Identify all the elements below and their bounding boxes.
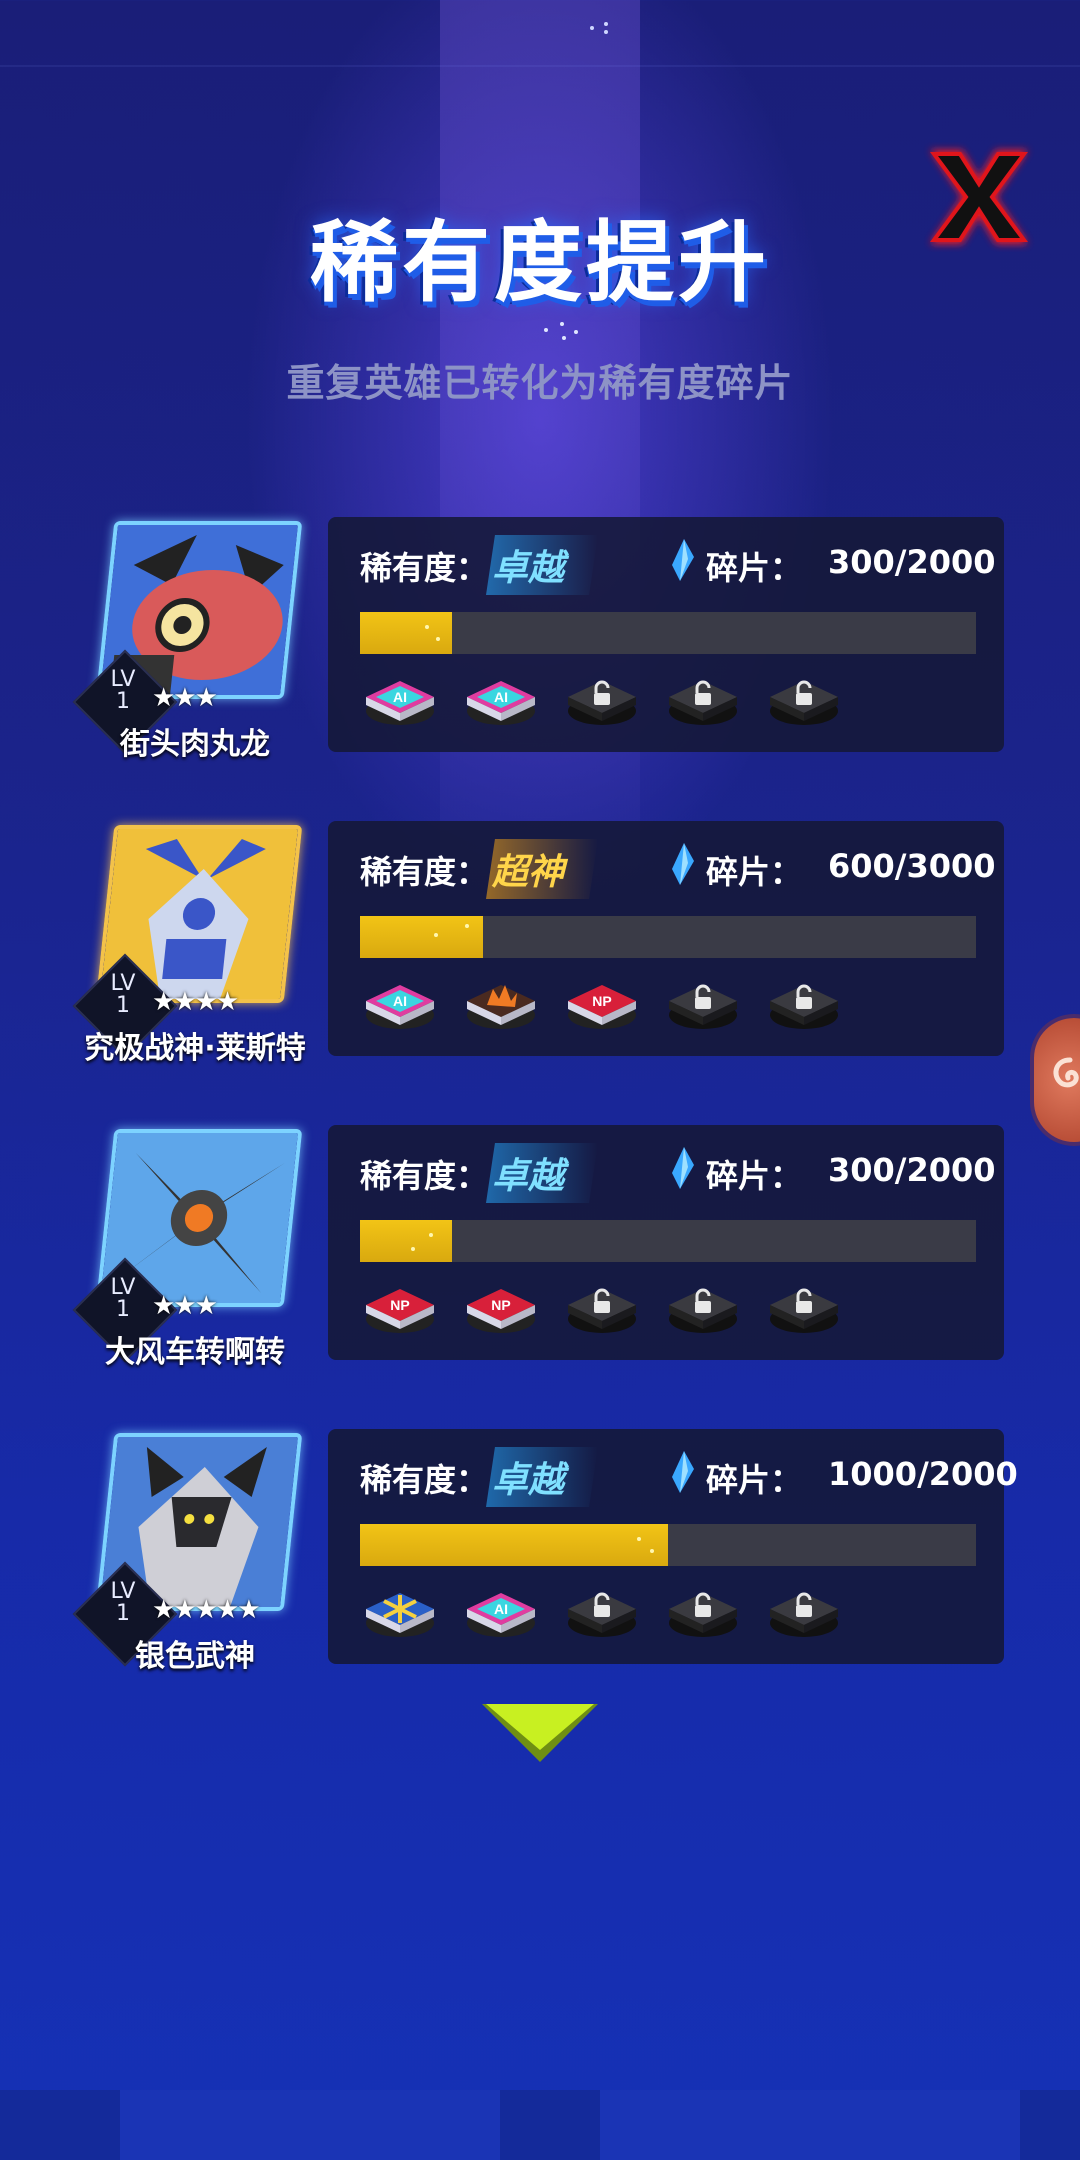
rarity-label: 稀有度：	[360, 1157, 489, 1195]
np-chip-icon[interactable]: NP	[362, 1275, 438, 1337]
shard-progress-bar	[360, 1524, 976, 1566]
skill-chip-list: AI AI	[362, 667, 862, 731]
level-text: LV 1	[110, 1275, 136, 1322]
dialog-title: 稀有度提升	[309, 211, 770, 314]
ai-chip-icon[interactable]: AI	[463, 1579, 539, 1641]
ai-chip-icon[interactable]: AI	[362, 667, 438, 729]
hero-row: LV 1 ★★★ 大风车转啊转 稀有度： 卓越 碎片： 300/2000 NP NP	[0, 1125, 1080, 1370]
level-text: LV 1	[110, 971, 136, 1018]
hero-name: 究极战神·莱斯特	[84, 1031, 306, 1066]
rarity-panel: 稀有度： 超神 碎片： 600/3000 AI NP	[328, 821, 1004, 1056]
np-chip-icon[interactable]: NP	[564, 971, 640, 1033]
star-rating: ★★★	[152, 683, 218, 713]
background-divider	[0, 65, 1080, 67]
fire-chip-icon[interactable]	[463, 971, 539, 1033]
rarity-panel: 稀有度： 卓越 碎片： 300/2000 NP NP	[328, 1125, 1004, 1360]
decorative-dots	[590, 22, 620, 34]
svg-text:AI: AI	[393, 993, 407, 1009]
shard-count: 600/3000	[828, 847, 996, 885]
rarity-label: 稀有度：	[360, 853, 489, 891]
svg-text:NP: NP	[592, 993, 611, 1009]
rarity-value: 卓越	[486, 1143, 599, 1203]
crystal-icon	[672, 1147, 694, 1189]
lock-icon[interactable]	[564, 667, 640, 729]
star-rating: ★★★★	[152, 987, 239, 1017]
lock-icon[interactable]	[665, 667, 741, 729]
bottom-strip	[0, 2090, 1080, 2160]
hero-row: LV 1 ★★★ 街头肉丸龙 稀有度： 卓越 碎片： 300/2000 AI AI	[0, 517, 1080, 762]
lock-icon[interactable]	[766, 971, 842, 1033]
svg-text:NP: NP	[491, 1297, 510, 1313]
progress-fill	[360, 1524, 668, 1566]
progress-fill	[360, 612, 453, 654]
skill-chip-list: NP NP	[362, 1275, 862, 1339]
hero-name: 大风车转啊转	[105, 1335, 285, 1370]
chevron-down-icon[interactable]	[480, 1702, 600, 1764]
ai-chip-icon[interactable]: AI	[362, 971, 438, 1033]
crystal-icon	[672, 1451, 694, 1493]
shard-count: 300/2000	[828, 543, 996, 581]
shard-count: 1000/2000	[828, 1455, 1018, 1493]
shard-count: 300/2000	[828, 1151, 996, 1189]
shard-label: 碎片：	[706, 853, 803, 891]
rarity-label: 稀有度：	[360, 1461, 489, 1499]
lock-icon[interactable]	[766, 1275, 842, 1337]
lock-icon[interactable]	[665, 1275, 741, 1337]
swirl-icon	[1053, 1057, 1079, 1088]
progress-fill	[360, 916, 484, 958]
shard-progress-bar	[360, 612, 976, 654]
crystal-icon	[672, 539, 694, 581]
lock-icon[interactable]	[564, 1275, 640, 1337]
lock-icon[interactable]	[665, 971, 741, 1033]
np-chip-icon[interactable]: NP	[463, 1275, 539, 1337]
lock-icon[interactable]	[665, 1579, 741, 1641]
hero-name: 银色武神	[135, 1639, 255, 1674]
crystal-icon	[672, 843, 694, 885]
shard-progress-bar	[360, 1220, 976, 1262]
hero-row: LV 1 ★★★★ 究极战神·莱斯特 稀有度： 超神 碎片： 600/3000 A…	[0, 821, 1080, 1066]
lock-icon[interactable]	[766, 667, 842, 729]
skill-chip-list: AI NP	[362, 971, 862, 1035]
skill-chip-list: AI	[362, 1579, 862, 1643]
shard-label: 碎片：	[706, 549, 803, 587]
side-floating-button[interactable]	[1034, 1018, 1080, 1142]
progress-fill	[360, 1220, 453, 1262]
level-text: LV 1	[110, 1579, 136, 1626]
shard-progress-bar	[360, 916, 976, 958]
shard-label: 碎片：	[706, 1461, 803, 1499]
ai-chip-icon[interactable]: AI	[463, 667, 539, 729]
title-sparkle	[540, 318, 590, 348]
star-rating: ★★★	[152, 1291, 218, 1321]
rarity-value: 卓越	[486, 535, 599, 595]
svg-text:AI: AI	[393, 689, 407, 705]
spark-chip-icon[interactable]	[362, 1579, 438, 1641]
shard-label: 碎片：	[706, 1157, 803, 1195]
rarity-panel: 稀有度： 卓越 碎片： 300/2000 AI AI	[328, 517, 1004, 752]
lock-icon[interactable]	[766, 1579, 842, 1641]
rarity-panel: 稀有度： 卓越 碎片： 1000/2000 AI	[328, 1429, 1018, 1664]
level-text: LV 1	[110, 667, 136, 714]
svg-text:AI: AI	[494, 689, 508, 705]
rarity-value: 超神	[486, 839, 599, 899]
hero-row: LV 1 ★★★★★ 银色武神 稀有度： 卓越 碎片： 1000/2000 AI	[0, 1429, 1080, 1674]
rarity-label: 稀有度：	[360, 549, 489, 587]
lock-icon[interactable]	[564, 1579, 640, 1641]
hero-name: 街头肉丸龙	[120, 727, 270, 762]
star-rating: ★★★★★	[152, 1595, 261, 1625]
svg-text:NP: NP	[390, 1297, 409, 1313]
dialog-subtitle: 重复英雄已转化为稀有度碎片	[286, 361, 794, 405]
svg-text:AI: AI	[494, 1601, 508, 1617]
rarity-value: 卓越	[486, 1447, 599, 1507]
